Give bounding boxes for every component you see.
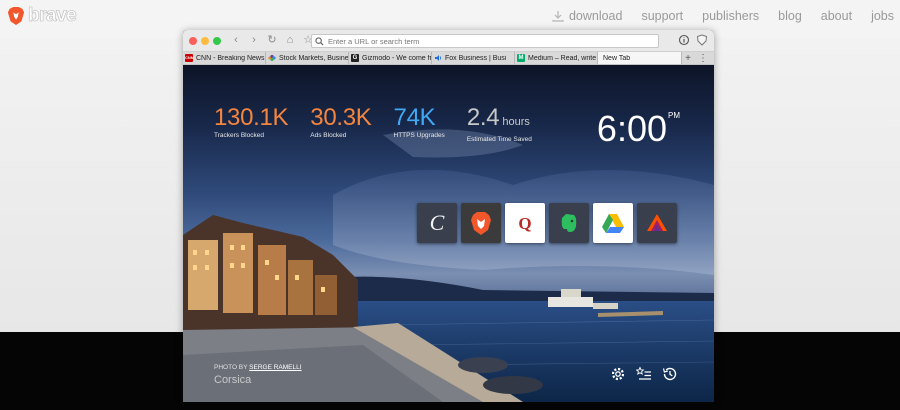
url-placeholder: Enter a URL or search term xyxy=(328,36,420,46)
new-tab-actions xyxy=(610,366,678,382)
stat-label: Ads Blocked xyxy=(310,132,347,139)
quora-icon: Q xyxy=(518,214,531,233)
brave-tile[interactable] xyxy=(461,203,501,243)
stat-value: 74K xyxy=(393,104,436,131)
browser-window: ‹ › ↻ ⌂ ☆ Enter a URL or search term CNN xyxy=(183,30,714,402)
clock-period: PM xyxy=(668,111,680,120)
stat-unit: hours xyxy=(499,116,530,128)
the-atlantic-tile[interactable]: C xyxy=(417,203,457,243)
tab-cnbc[interactable]: Stock Markets, Busine xyxy=(266,52,349,64)
menu-kebab-icon[interactable]: ⋮ xyxy=(698,53,708,64)
stat-trackers-blocked: 130.1K Trackers Blocked xyxy=(214,104,289,143)
forward-icon[interactable]: › xyxy=(248,34,260,47)
svg-text:C: C xyxy=(430,210,445,235)
tab-title: CNN - Breaking News, xyxy=(196,54,265,62)
stats-row: 130.1K Trackers Blocked 30.3K Ads Blocke… xyxy=(214,104,554,144)
gizmodo-icon: G xyxy=(351,54,359,62)
site-nav: download support publishers blog about j… xyxy=(551,9,900,23)
close-window-button[interactable] xyxy=(189,37,197,45)
speaker-icon xyxy=(435,55,442,61)
medium-icon: M xyxy=(517,54,525,62)
svg-text:Q: Q xyxy=(518,214,531,233)
stat-number: 2.4 xyxy=(466,104,500,131)
evernote-icon xyxy=(561,214,577,232)
nav-download[interactable]: download xyxy=(551,9,623,23)
photo-location: Corsica xyxy=(214,374,252,386)
stat-label: Trackers Blocked xyxy=(214,132,264,139)
stat-time-saved: 2.4 hours Estimated Time Saved xyxy=(466,105,532,144)
history-clock-icon[interactable] xyxy=(662,366,678,382)
clock-time: 6:00 xyxy=(596,108,667,149)
nav-about[interactable]: about xyxy=(821,9,852,23)
stat-ads-blocked: 30.3K Ads Blocked xyxy=(310,104,372,143)
tab-medium[interactable]: M Medium – Read, write xyxy=(515,52,598,64)
nav-publishers[interactable]: publishers xyxy=(702,9,759,23)
tab-fox-business[interactable]: Fox Business | Busi xyxy=(432,52,515,64)
tab-title: Medium – Read, write xyxy=(528,54,597,62)
google-drive-icon xyxy=(602,214,624,233)
tab-title: Gizmodo - We come fr xyxy=(362,54,431,62)
brave-bat-tile[interactable] xyxy=(637,203,677,243)
nav-download-label: download xyxy=(568,9,623,23)
stat-value: 2.4 hours xyxy=(467,105,532,135)
url-bar[interactable]: Enter a URL or search term xyxy=(311,34,659,48)
clock: 6:00 PM xyxy=(597,111,680,147)
browser-toolbar: ‹ › ↻ ⌂ ☆ Enter a URL or search term xyxy=(183,30,714,52)
tab-cnn[interactable]: CNN CNN - Breaking News, xyxy=(183,52,266,64)
window-controls xyxy=(189,37,221,45)
tab-title: New Tab xyxy=(603,54,631,62)
brave-lion-icon xyxy=(471,212,491,235)
bookmarks-star-list-icon[interactable] xyxy=(636,366,652,382)
new-tab-page: 130.1K Trackers Blocked 30.3K Ads Blocke… xyxy=(183,65,714,402)
cnbc-peacock-icon xyxy=(268,54,276,61)
stat-https-upgrades: 74K HTTPS Upgrades xyxy=(394,105,445,143)
the-atlantic-icon: C xyxy=(430,210,445,235)
evernote-tile[interactable] xyxy=(549,203,589,243)
nav-blog[interactable]: blog xyxy=(778,9,802,23)
stat-label: Estimated Time Saved xyxy=(466,136,532,143)
quora-tile[interactable]: Q xyxy=(505,203,545,243)
brave-logo[interactable]: brave xyxy=(7,5,77,27)
home-icon[interactable]: ⌂ xyxy=(284,34,296,47)
bat-triangle-icon xyxy=(647,214,667,231)
back-icon[interactable]: ‹ xyxy=(230,34,242,47)
cnn-icon: CNN xyxy=(185,54,194,62)
brand-name: brave xyxy=(28,5,77,27)
navigation-buttons: ‹ › ↻ ⌂ ☆ xyxy=(230,34,314,47)
nav-support[interactable]: support xyxy=(641,9,683,23)
download-icon xyxy=(552,11,564,22)
nav-jobs[interactable]: jobs xyxy=(871,9,894,23)
photo-credit-line: PHOTO BY SERGE RAMELLI xyxy=(214,364,302,371)
tab-strip-controls: + ⋮ xyxy=(685,52,714,64)
top-sites: C Q xyxy=(417,203,677,243)
brave-shields-icon[interactable] xyxy=(696,34,708,46)
google-drive-tile[interactable] xyxy=(593,203,633,243)
stat-label: HTTPS Upgrades xyxy=(393,132,445,139)
tab-strip: CNN CNN - Breaking News, Stock Markets, … xyxy=(183,52,714,65)
stat-value: 130.1K xyxy=(214,104,289,131)
new-tab-plus-icon[interactable]: + xyxy=(685,53,691,64)
settings-gear-icon[interactable] xyxy=(610,366,626,382)
stat-value: 30.3K xyxy=(310,104,372,131)
zoom-window-button[interactable] xyxy=(213,37,221,45)
photo-credit: PHOTO BY SERGE RAMELLI Corsica xyxy=(214,364,302,386)
photo-by-label: PHOTO BY xyxy=(214,364,250,371)
toolbar-extensions xyxy=(678,34,708,46)
search-icon xyxy=(315,36,324,46)
tab-new-tab[interactable]: New Tab xyxy=(598,52,682,64)
minimize-window-button[interactable] xyxy=(201,37,209,45)
photographer-link[interactable]: SERGE RAMELLI xyxy=(249,364,301,371)
tab-gizmodo[interactable]: G Gizmodo - We come fr xyxy=(349,52,432,64)
tab-title: Stock Markets, Busine xyxy=(279,54,348,62)
tab-title: Fox Business | Busi xyxy=(445,54,507,62)
info-icon[interactable] xyxy=(678,34,690,46)
reload-icon[interactable]: ↻ xyxy=(266,34,278,47)
brave-lion-icon xyxy=(7,7,25,25)
